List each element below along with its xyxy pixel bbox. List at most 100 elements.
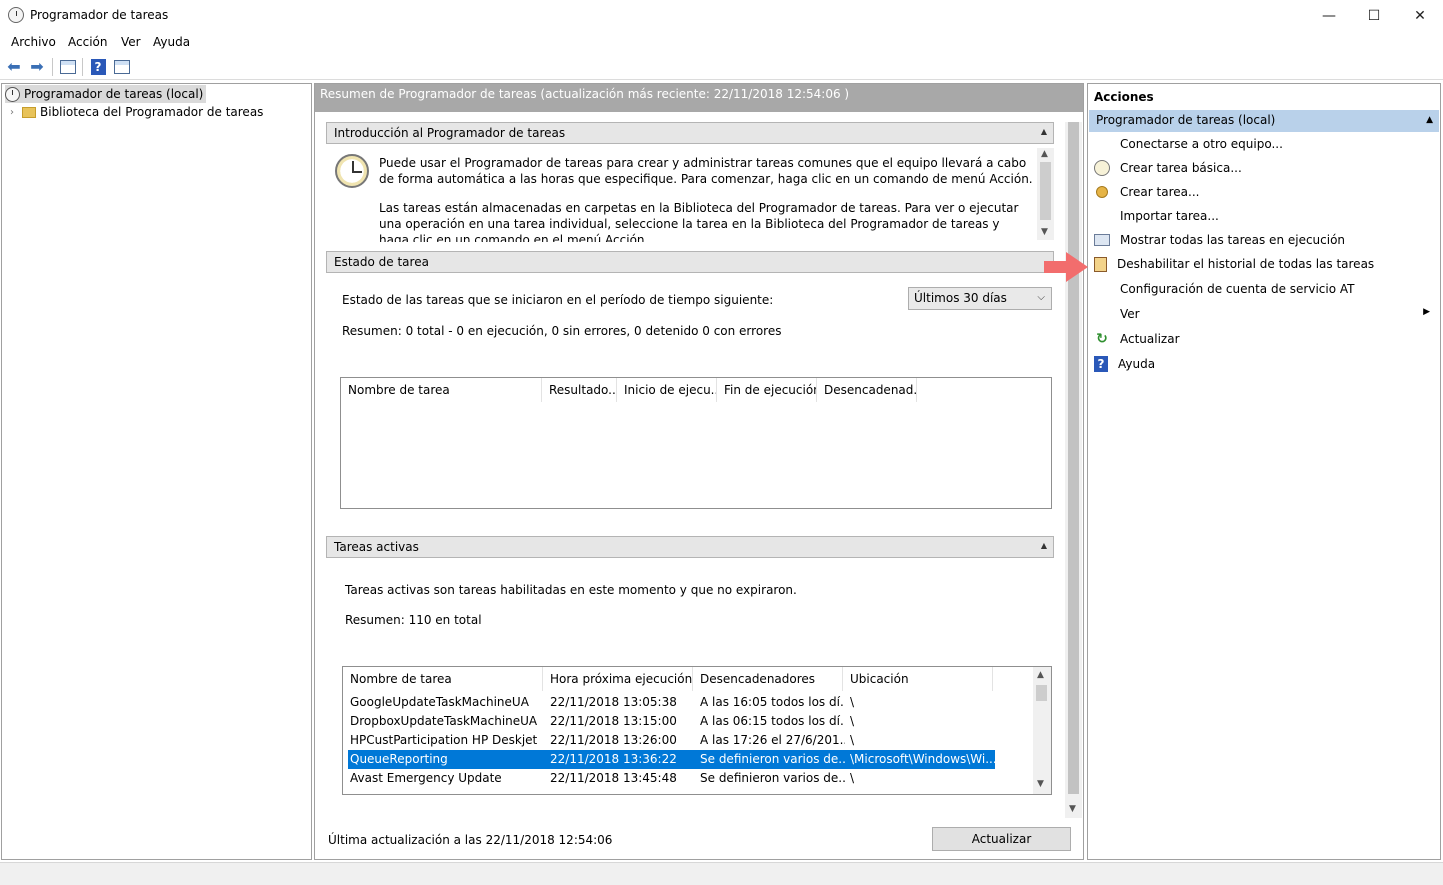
action-import[interactable]: Importar tarea...	[1094, 206, 1434, 226]
action-help-label: Ayuda	[1118, 357, 1156, 371]
scroll-thumb[interactable]	[1040, 162, 1051, 220]
actions-title: Acciones	[1094, 90, 1154, 104]
scheduler-clock-icon	[335, 154, 369, 188]
action-show-running[interactable]: Mostrar todas las tareas en ejecución	[1094, 230, 1434, 250]
action-at-service[interactable]: Configuración de cuenta de servicio AT	[1094, 279, 1434, 299]
active-col-triggers[interactable]: Desencadenadores	[693, 667, 843, 691]
table-row[interactable]: DropboxUpdateTaskMachineUA 22/11/2018 13…	[348, 712, 995, 731]
intro-scrollbar[interactable]: ▲ ▼	[1037, 148, 1054, 240]
scroll-thumb[interactable]	[1036, 685, 1047, 701]
action-help[interactable]: ? Ayuda	[1094, 354, 1434, 374]
active-section-header[interactable]: Tareas activas ▲	[326, 536, 1054, 558]
red-arrow-annotation	[1044, 252, 1088, 282]
action-import-label: Importar tarea...	[1120, 209, 1219, 223]
action-disable-history-label: Deshabilitar el historial de todas las t…	[1117, 257, 1375, 271]
period-dropdown-value: Últimos 30 días	[914, 291, 1007, 305]
clock-icon	[5, 86, 20, 102]
tree-item-library[interactable]: › Biblioteca del Programador de tareas	[10, 103, 263, 121]
menu-accion[interactable]: Acción	[68, 35, 107, 49]
show-action-pane-button[interactable]	[112, 57, 132, 77]
submenu-arrow-icon: ▶	[1423, 307, 1430, 317]
action-pane-icon	[114, 60, 130, 74]
active-tasks-table[interactable]: Nombre de tarea Hora próxima ejecución D…	[342, 666, 1052, 795]
minimize-button[interactable]: —	[1306, 0, 1352, 31]
title-bar: Programador de tareas — ☐ ✕	[0, 0, 1443, 31]
scroll-up-icon[interactable]: ▲	[1041, 149, 1048, 159]
status-section-header[interactable]: Estado de tarea	[326, 251, 1054, 273]
running-tasks-icon	[1094, 234, 1110, 246]
action-disable-history[interactable]: Deshabilitar el historial de todas las t…	[1094, 254, 1434, 274]
table-row-selected[interactable]: QueueReporting 22/11/2018 13:36:22 Se de…	[348, 750, 995, 769]
forward-button[interactable]: ➡	[27, 57, 47, 77]
action-create-basic-label: Crear tarea básica...	[1120, 161, 1242, 175]
cell-triggers: Se definieron varios de...	[700, 752, 845, 766]
status-col-trigger[interactable]: Desencadenad...	[817, 378, 917, 402]
chevron-right-icon[interactable]: ›	[10, 107, 22, 118]
action-connect-label: Conectarse a otro equipo...	[1120, 137, 1283, 151]
scroll-thumb[interactable]	[1068, 122, 1079, 794]
cell-triggers: Se definieron varios de...	[700, 771, 845, 785]
scroll-down-icon[interactable]: ▼	[1041, 227, 1048, 237]
menu-bar: Archivo Acción Ver Ayuda	[0, 31, 1443, 53]
summary-scrollbar[interactable]: ▼	[1065, 122, 1082, 818]
toolbar-separator	[82, 58, 83, 76]
cell-next-run: 22/11/2018 13:36:22	[550, 752, 677, 766]
active-col-next-run[interactable]: Hora próxima ejecución	[543, 667, 693, 691]
status-col-start[interactable]: Inicio de ejecu...	[617, 378, 717, 402]
active-description: Tareas activas son tareas habilitadas en…	[345, 583, 797, 597]
status-table[interactable]: Nombre de tarea Resultado... Inicio de e…	[340, 377, 1052, 509]
table-row[interactable]: HPCustParticipation HP Deskjet 1... 22/1…	[348, 731, 995, 750]
status-summary: Resumen: 0 total - 0 en ejecución, 0 sin…	[342, 324, 782, 338]
status-col-end[interactable]: Fin de ejecución	[717, 378, 817, 402]
tree-item-library-label: Biblioteca del Programador de tareas	[40, 105, 264, 119]
active-col-name[interactable]: Nombre de tarea	[343, 667, 543, 691]
action-refresh[interactable]: ↻ Actualizar	[1094, 329, 1434, 349]
toolbar: ⬅ ➡ ?	[0, 54, 1443, 80]
active-col-location[interactable]: Ubicación	[843, 667, 993, 691]
table-row[interactable]: GoogleUpdateTaskMachineUA 22/11/2018 13:…	[348, 693, 995, 712]
forward-arrow-icon: ➡	[30, 57, 44, 76]
menu-archivo[interactable]: Archivo	[11, 35, 56, 49]
maximize-button[interactable]: ☐	[1351, 0, 1397, 31]
status-col-result[interactable]: Resultado...	[542, 378, 617, 402]
menu-ver[interactable]: Ver	[121, 35, 141, 49]
action-view[interactable]: Ver ▶	[1094, 304, 1434, 324]
blank-icon	[1094, 306, 1110, 322]
scroll-down-icon[interactable]: ▼	[1037, 779, 1044, 789]
cell-location: \Microsoft\Windows\Wi...	[850, 752, 995, 766]
scroll-up-icon[interactable]: ▲	[1037, 670, 1044, 680]
cell-next-run: 22/11/2018 13:05:38	[550, 695, 677, 709]
action-create-task[interactable]: Crear tarea...	[1094, 182, 1434, 202]
action-create-basic[interactable]: Crear tarea básica...	[1094, 158, 1434, 178]
collapse-icon[interactable]: ▲	[1426, 115, 1433, 125]
intro-section-header[interactable]: Introducción al Programador de tareas ▲	[326, 122, 1054, 144]
cell-location: \	[850, 695, 855, 709]
table-row[interactable]: Avast Emergency Update 22/11/2018 13:45:…	[348, 769, 995, 788]
close-button[interactable]: ✕	[1397, 0, 1443, 31]
scroll-down-icon[interactable]: ▼	[1069, 804, 1076, 814]
back-button[interactable]: ⬅	[4, 57, 24, 77]
cell-name: DropboxUpdateTaskMachineUA	[350, 714, 538, 728]
clock-icon	[8, 7, 24, 23]
help-button[interactable]: ?	[88, 57, 108, 77]
status-col-name[interactable]: Nombre de tarea	[341, 378, 542, 402]
collapse-icon[interactable]: ▲	[1041, 127, 1047, 136]
status-period-label: Estado de las tareas que se iniciaron en…	[342, 293, 774, 307]
refresh-button[interactable]: Actualizar	[932, 827, 1071, 851]
actions-group-header[interactable]: Programador de tareas (local) ▲	[1089, 110, 1439, 132]
window-title: Programador de tareas	[30, 8, 169, 22]
status-section-title: Estado de tarea	[334, 255, 429, 269]
show-hide-tree-button[interactable]	[58, 57, 78, 77]
active-table-scrollbar[interactable]: ▲ ▼	[1033, 667, 1051, 794]
action-connect[interactable]: Conectarse a otro equipo...	[1094, 134, 1434, 154]
collapse-icon[interactable]: ▲	[1041, 541, 1047, 550]
menu-ayuda[interactable]: Ayuda	[153, 35, 190, 49]
period-dropdown[interactable]: Últimos 30 días ⌵	[908, 287, 1052, 310]
cell-triggers: A las 16:05 todos los dí...	[700, 695, 845, 709]
cell-triggers: A las 06:15 todos los dí...	[700, 714, 845, 728]
summary-pane: Resumen de Programador de tareas (actual…	[314, 83, 1084, 860]
intro-section-title: Introducción al Programador de tareas	[334, 126, 566, 140]
summary-header: Resumen de Programador de tareas (actual…	[315, 84, 1083, 112]
action-refresh-label: Actualizar	[1120, 332, 1180, 346]
tree-item-root[interactable]: Programador de tareas (local)	[5, 85, 207, 103]
